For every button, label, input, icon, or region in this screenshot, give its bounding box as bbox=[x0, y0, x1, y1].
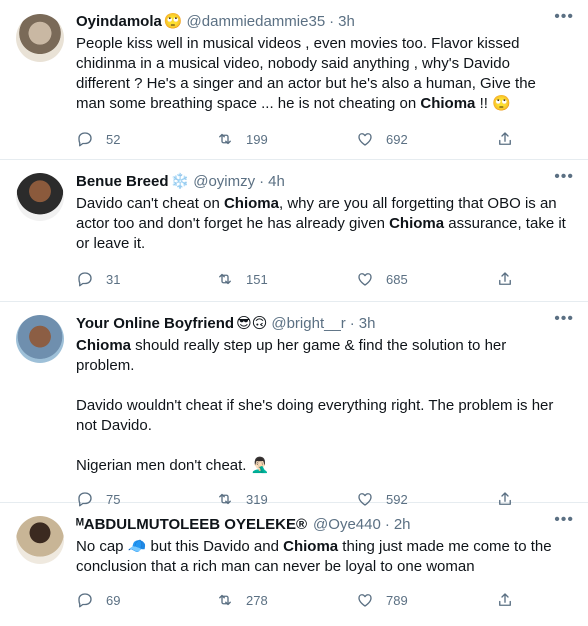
heart-icon bbox=[358, 133, 372, 146]
like-button[interactable]: 692 bbox=[356, 130, 496, 148]
retweet-button[interactable]: 199 bbox=[216, 130, 356, 148]
separator-dot: · bbox=[259, 172, 265, 190]
user-handle[interactable]: @bright__r bbox=[271, 315, 345, 332]
name-emoji: 😎🙃 bbox=[236, 314, 268, 332]
tweet-actions: 52 199 692 bbox=[76, 120, 566, 158]
tweet-header: ᴹABDULMUTOLEEB OYELEKE® @Oye440 · 2h bbox=[76, 513, 566, 535]
timestamp[interactable]: 3h bbox=[338, 13, 355, 30]
name-emoji: ❄️ bbox=[170, 172, 190, 190]
avatar[interactable] bbox=[16, 14, 64, 62]
share-button[interactable] bbox=[496, 270, 526, 288]
display-name[interactable]: Your Online Boyfriend bbox=[76, 315, 234, 332]
reply-icon bbox=[78, 272, 92, 287]
reply-icon bbox=[78, 132, 92, 147]
reply-button[interactable]: 31 bbox=[76, 270, 216, 288]
tweet[interactable]: ••• Oyindamola 🙄 @dammiedammie35 · 3h Pe… bbox=[0, 0, 588, 160]
reply-count: 69 bbox=[106, 592, 121, 608]
reply-button[interactable]: 69 bbox=[76, 591, 216, 609]
like-button[interactable]: 789 bbox=[356, 591, 496, 609]
avatar[interactable] bbox=[16, 173, 64, 221]
retweet-icon bbox=[219, 273, 231, 285]
timestamp[interactable]: 4h bbox=[268, 173, 285, 190]
more-icon[interactable]: ••• bbox=[554, 168, 574, 186]
tweet-text: No cap 🧢 but this Davido and Chioma thin… bbox=[76, 538, 552, 575]
share-icon bbox=[499, 593, 511, 606]
reply-count: 31 bbox=[106, 271, 121, 287]
share-icon bbox=[499, 272, 511, 285]
display-name[interactable]: Oyindamola bbox=[76, 13, 162, 30]
name-emoji: 🙄 bbox=[163, 12, 183, 30]
tweet-header: Oyindamola 🙄 @dammiedammie35 · 3h bbox=[76, 10, 566, 32]
display-name[interactable]: Benue Breed bbox=[76, 173, 169, 190]
retweet-count: 199 bbox=[246, 131, 268, 147]
user-handle[interactable]: @dammiedammie35 bbox=[187, 13, 326, 30]
separator-dot: · bbox=[329, 12, 335, 30]
tweet[interactable]: ••• Benue Breed ❄️ @oyimzy · 4h Davido c… bbox=[0, 160, 588, 302]
like-count: 789 bbox=[386, 592, 408, 608]
tweet-actions: 69 278 789 bbox=[76, 581, 566, 619]
tweet-actions: 31 151 685 bbox=[76, 260, 566, 298]
reply-button[interactable]: 52 bbox=[76, 130, 216, 148]
tweet-text: Davido can't cheat on Chioma, why are yo… bbox=[76, 195, 566, 252]
tweet[interactable]: ••• Your Online Boyfriend 😎🙃 @bright__r … bbox=[0, 302, 588, 507]
reply-icon bbox=[78, 593, 92, 608]
like-button[interactable]: 685 bbox=[356, 270, 496, 288]
timestamp[interactable]: 2h bbox=[394, 516, 411, 533]
reply-count: 52 bbox=[106, 131, 121, 147]
retweet-icon bbox=[219, 133, 231, 145]
share-button[interactable] bbox=[496, 591, 526, 609]
retweet-count: 151 bbox=[246, 271, 268, 287]
tweet-header: Your Online Boyfriend 😎🙃 @bright__r · 3h bbox=[76, 312, 566, 334]
like-count: 692 bbox=[386, 131, 408, 147]
heart-icon bbox=[358, 273, 372, 286]
like-count: 685 bbox=[386, 271, 408, 287]
avatar[interactable] bbox=[16, 315, 64, 363]
share-icon bbox=[499, 132, 511, 145]
retweet-icon bbox=[219, 594, 231, 606]
tweet-text: Chioma should really step up her game & … bbox=[76, 337, 554, 474]
heart-icon bbox=[358, 594, 372, 607]
separator-dot: · bbox=[384, 515, 390, 533]
retweet-button[interactable]: 278 bbox=[216, 591, 356, 609]
display-name[interactable]: ᴹABDULMUTOLEEB OYELEKE® bbox=[76, 516, 307, 533]
avatar[interactable] bbox=[16, 516, 64, 564]
tweet[interactable]: ••• ᴹABDULMUTOLEEB OYELEKE® @Oye440 · 2h… bbox=[0, 503, 588, 626]
tweet-text: People kiss well in musical videos , eve… bbox=[76, 35, 536, 112]
share-button[interactable] bbox=[496, 130, 526, 148]
tweet-feed: ••• Oyindamola 🙄 @dammiedammie35 · 3h Pe… bbox=[0, 0, 588, 626]
user-handle[interactable]: @Oye440 bbox=[313, 516, 381, 533]
separator-dot: · bbox=[349, 314, 355, 332]
more-icon[interactable]: ••• bbox=[554, 310, 574, 328]
tweet-header: Benue Breed ❄️ @oyimzy · 4h bbox=[76, 170, 566, 192]
timestamp[interactable]: 3h bbox=[359, 315, 376, 332]
user-handle[interactable]: @oyimzy bbox=[193, 173, 255, 190]
retweet-count: 278 bbox=[246, 592, 268, 608]
retweet-button[interactable]: 151 bbox=[216, 270, 356, 288]
more-icon[interactable]: ••• bbox=[554, 511, 574, 529]
more-icon[interactable]: ••• bbox=[554, 8, 574, 26]
